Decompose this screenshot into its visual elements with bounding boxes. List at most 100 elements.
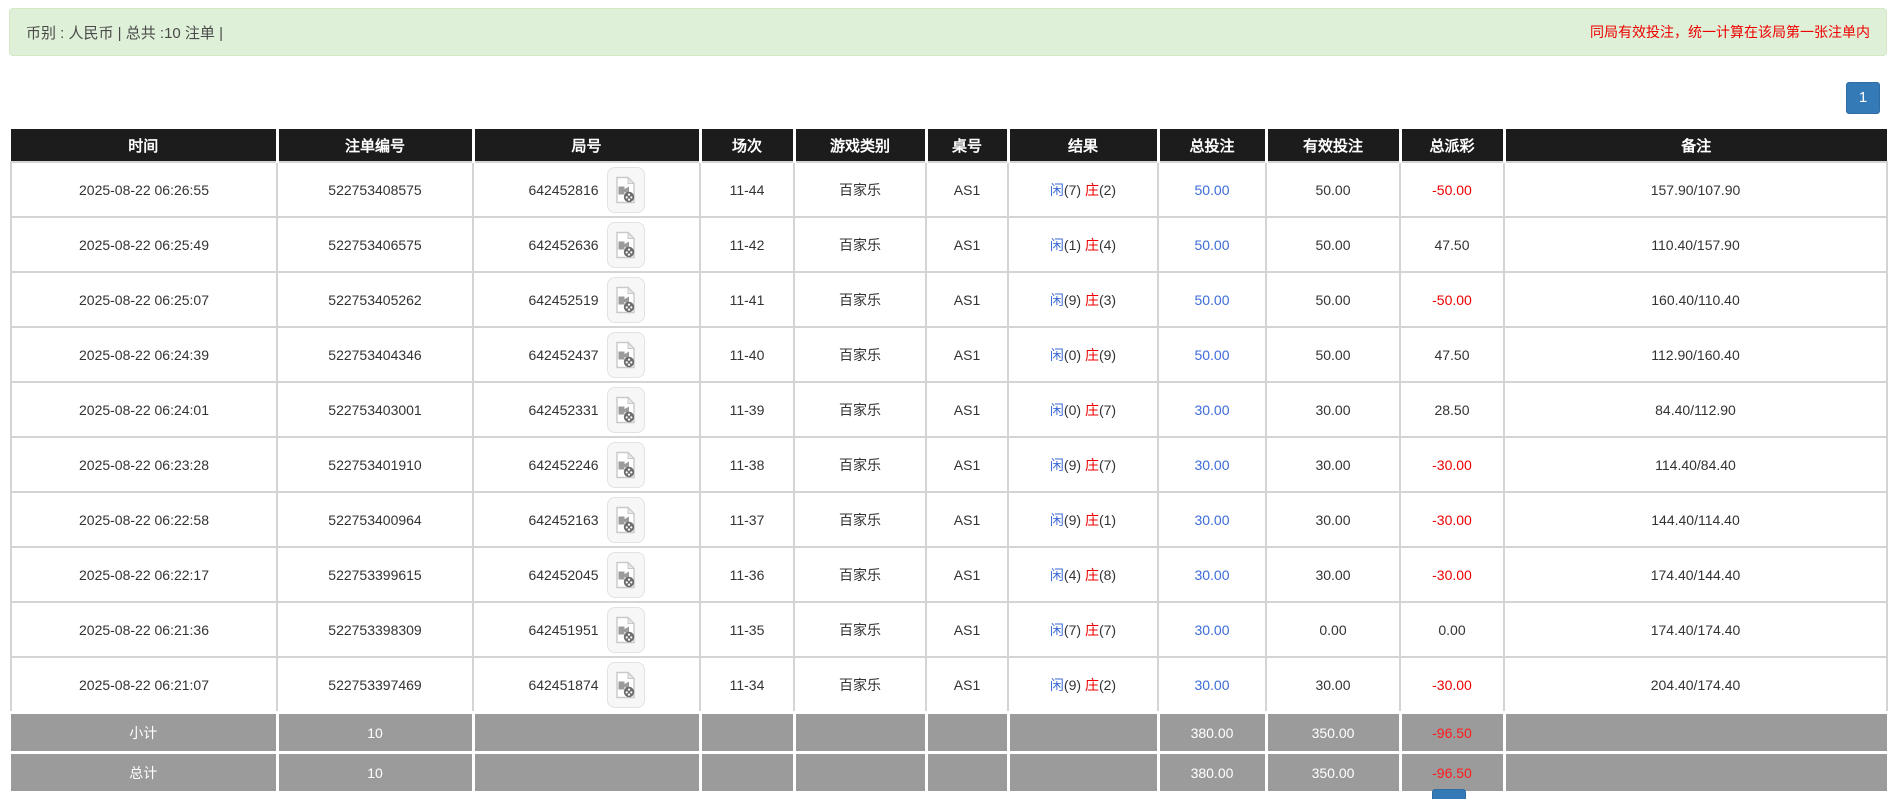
- video-replay-button[interactable]: [607, 332, 645, 378]
- video-replay-button[interactable]: [607, 167, 645, 213]
- banker-result-label: 庄: [1085, 182, 1099, 198]
- video-replay-button[interactable]: [607, 277, 645, 323]
- currency-summary-text: 币别 : 人民币 | 总共 :10 注单 |: [26, 22, 223, 43]
- total-bet-cell: 50.00: [1158, 327, 1266, 382]
- subtotal-row: 小计 10 380.00 350.00 -96.50: [11, 713, 1887, 753]
- total-bet-link[interactable]: 30.00: [1194, 677, 1229, 693]
- bet-id: 522753398309: [277, 602, 473, 657]
- player-result-label: 闲: [1050, 512, 1064, 528]
- player-result-label: 闲: [1050, 292, 1064, 308]
- remark: 157.90/107.90: [1504, 162, 1887, 217]
- game-type: 百家乐: [794, 547, 926, 602]
- banker-result-label: 庄: [1085, 347, 1099, 363]
- table-row: 2025-08-22 06:24:01 522753403001 6424523…: [11, 382, 1887, 437]
- subtotal-label: 小计: [11, 713, 277, 753]
- round-id: 642451874: [528, 677, 598, 693]
- session: 11-35: [700, 602, 794, 657]
- summary-bar: 币别 : 人民币 | 总共 :10 注单 | 同局有效投注，统一计算在该局第一张…: [9, 8, 1887, 56]
- video-replay-button[interactable]: [607, 497, 645, 543]
- game-type: 百家乐: [794, 162, 926, 217]
- round-id: 642452816: [528, 182, 598, 198]
- col-header-game-type: 游戏类别: [794, 129, 926, 162]
- bet-id: 522753397469: [277, 657, 473, 713]
- total-bet-link[interactable]: 50.00: [1194, 182, 1229, 198]
- session: 11-38: [700, 437, 794, 492]
- total-bet-cell: 30.00: [1158, 602, 1266, 657]
- valid-bet: 30.00: [1266, 492, 1400, 547]
- banker-result-label: 庄: [1085, 622, 1099, 638]
- page-1-button-bottom[interactable]: 1: [1432, 789, 1466, 799]
- banker-result-score: (1): [1099, 512, 1116, 528]
- video-replay-button[interactable]: [607, 442, 645, 488]
- bet-time: 2025-08-22 06:26:55: [11, 162, 277, 217]
- player-result-score: (7): [1064, 622, 1081, 638]
- subtotal-payout: -96.50: [1400, 713, 1504, 753]
- valid-bet: 0.00: [1266, 602, 1400, 657]
- banker-result-score: (2): [1099, 677, 1116, 693]
- video-replay-button[interactable]: [607, 607, 645, 653]
- video-file-icon: [614, 231, 637, 259]
- game-type: 百家乐: [794, 217, 926, 272]
- total-bet-link[interactable]: 30.00: [1194, 512, 1229, 528]
- total-bet-link[interactable]: 50.00: [1194, 347, 1229, 363]
- video-replay-button[interactable]: [607, 552, 645, 598]
- result-cell: 闲(7) 庄(2): [1008, 162, 1158, 217]
- banker-result-score: (7): [1099, 457, 1116, 473]
- round-cell: 642452331: [473, 382, 700, 437]
- result-cell: 闲(9) 庄(2): [1008, 657, 1158, 713]
- round-id: 642452163: [528, 512, 598, 528]
- total-bet-link[interactable]: 50.00: [1194, 237, 1229, 253]
- banker-result-score: (7): [1099, 402, 1116, 418]
- round-cell: 642452519: [473, 272, 700, 327]
- payout: -30.00: [1400, 492, 1504, 547]
- result-cell: 闲(0) 庄(7): [1008, 382, 1158, 437]
- video-file-icon: [614, 616, 637, 644]
- round-id: 642452636: [528, 237, 598, 253]
- video-replay-button[interactable]: [607, 662, 645, 708]
- valid-bet: 30.00: [1266, 657, 1400, 713]
- total-bet-cell: 30.00: [1158, 657, 1266, 713]
- bet-records-page: 币别 : 人民币 | 总共 :10 注单 | 同局有效投注，统一计算在该局第一张…: [0, 0, 1896, 799]
- banker-result-label: 庄: [1085, 237, 1099, 253]
- session: 11-40: [700, 327, 794, 382]
- total-bet-link[interactable]: 30.00: [1194, 622, 1229, 638]
- player-result-score: (0): [1064, 402, 1081, 418]
- video-file-icon: [614, 286, 637, 314]
- game-type: 百家乐: [794, 437, 926, 492]
- payout: 28.50: [1400, 382, 1504, 437]
- valid-bet: 50.00: [1266, 327, 1400, 382]
- total-bet-link[interactable]: 30.00: [1194, 402, 1229, 418]
- bet-id: 522753406575: [277, 217, 473, 272]
- video-replay-button[interactable]: [607, 387, 645, 433]
- player-result-label: 闲: [1050, 457, 1064, 473]
- table-row: 2025-08-22 06:22:17 522753399615 6424520…: [11, 547, 1887, 602]
- payout: -30.00: [1400, 547, 1504, 602]
- table-number: AS1: [926, 272, 1008, 327]
- bet-id: 522753408575: [277, 162, 473, 217]
- round-id: 642452246: [528, 457, 598, 473]
- empty-cell: [1008, 753, 1158, 793]
- round-cell: 642452163: [473, 492, 700, 547]
- bet-id: 522753404346: [277, 327, 473, 382]
- col-header-bet-id: 注单编号: [277, 129, 473, 162]
- banker-result-score: (9): [1099, 347, 1116, 363]
- player-result-label: 闲: [1050, 237, 1064, 253]
- page-1-button[interactable]: 1: [1846, 82, 1880, 114]
- empty-cell: [700, 713, 794, 753]
- total-bet-link[interactable]: 50.00: [1194, 292, 1229, 308]
- video-replay-button[interactable]: [607, 222, 645, 268]
- video-file-icon: [614, 451, 637, 479]
- col-header-session: 场次: [700, 129, 794, 162]
- remark: 204.40/174.40: [1504, 657, 1887, 713]
- empty-cell: [473, 753, 700, 793]
- total-bet-link[interactable]: 30.00: [1194, 567, 1229, 583]
- subtotal-valid-bet: 350.00: [1266, 713, 1400, 753]
- player-result-label: 闲: [1050, 347, 1064, 363]
- total-bet-link[interactable]: 30.00: [1194, 457, 1229, 473]
- valid-bet: 30.00: [1266, 547, 1400, 602]
- round-id: 642452519: [528, 292, 598, 308]
- table-number: AS1: [926, 602, 1008, 657]
- banker-result-score: (8): [1099, 567, 1116, 583]
- bet-id: 522753400964: [277, 492, 473, 547]
- round-id: 642452045: [528, 567, 598, 583]
